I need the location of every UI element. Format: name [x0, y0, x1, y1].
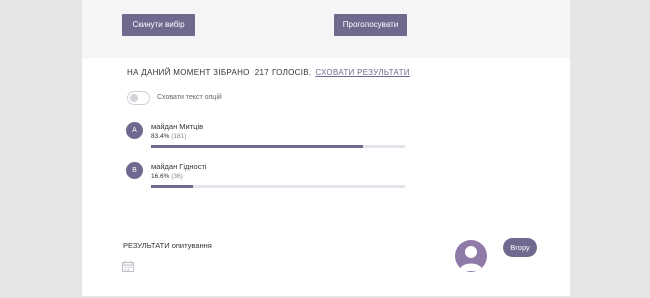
- option-progress-fill: [151, 145, 363, 148]
- summary-prefix: НА ДАНИЙ МОМЕНТ ЗІБРАНО: [127, 68, 250, 77]
- option-label: майдан Гідності: [151, 162, 207, 171]
- total-votes: 217: [254, 68, 269, 77]
- toggle-knob: [130, 94, 138, 102]
- summary-suffix: ГОЛОСІВ.: [271, 68, 312, 77]
- option-letter-badge: A: [126, 122, 143, 139]
- user-avatar-icon[interactable]: [455, 240, 487, 272]
- poll-actions-band: Скинути вибір Проголосувати: [82, 0, 570, 58]
- option-progress-fill: [151, 185, 194, 188]
- poll-results-title: РЕЗУЛЬТАТИ опитування: [123, 241, 212, 250]
- user-silhouette-icon: [459, 246, 483, 271]
- poll-card: Скинути вибір Проголосувати НА ДАНИЙ МОМ…: [82, 0, 570, 296]
- option-label: майдан Митців: [151, 122, 204, 131]
- option-stats: 83.4% (181): [151, 133, 186, 140]
- votes-summary: НА ДАНИЙ МОМЕНТ ЗІБРАНО 217 ГОЛОСІВ. СХОВАТ…: [127, 68, 410, 77]
- option-percent: 16.6%: [151, 173, 170, 180]
- hide-results-link[interactable]: СХОВАТИ РЕЗУЛЬТАТИ: [315, 68, 409, 77]
- poll-option-b: B майдан Гідності 16.6% (36): [126, 160, 406, 200]
- reset-choice-button[interactable]: Скинути вибір: [122, 14, 195, 36]
- option-votes: (181): [171, 133, 187, 140]
- hide-options-toggle[interactable]: [127, 91, 150, 105]
- calendar-icon: [122, 261, 134, 272]
- option-letter-badge: B: [126, 162, 143, 179]
- poll-option-a: A майдан Митців 83.4% (181): [126, 120, 406, 160]
- hide-options-toggle-label: Сховати текст опцій: [157, 94, 222, 101]
- option-stats: 16.6% (36): [151, 173, 183, 180]
- vote-button[interactable]: Проголосувати: [334, 14, 407, 36]
- option-percent: 83.4%: [151, 133, 170, 140]
- scroll-to-top-button[interactable]: Вгору: [503, 238, 537, 257]
- option-votes: (36): [171, 173, 183, 180]
- option-progress-track: [151, 185, 405, 188]
- option-progress-track: [151, 145, 405, 148]
